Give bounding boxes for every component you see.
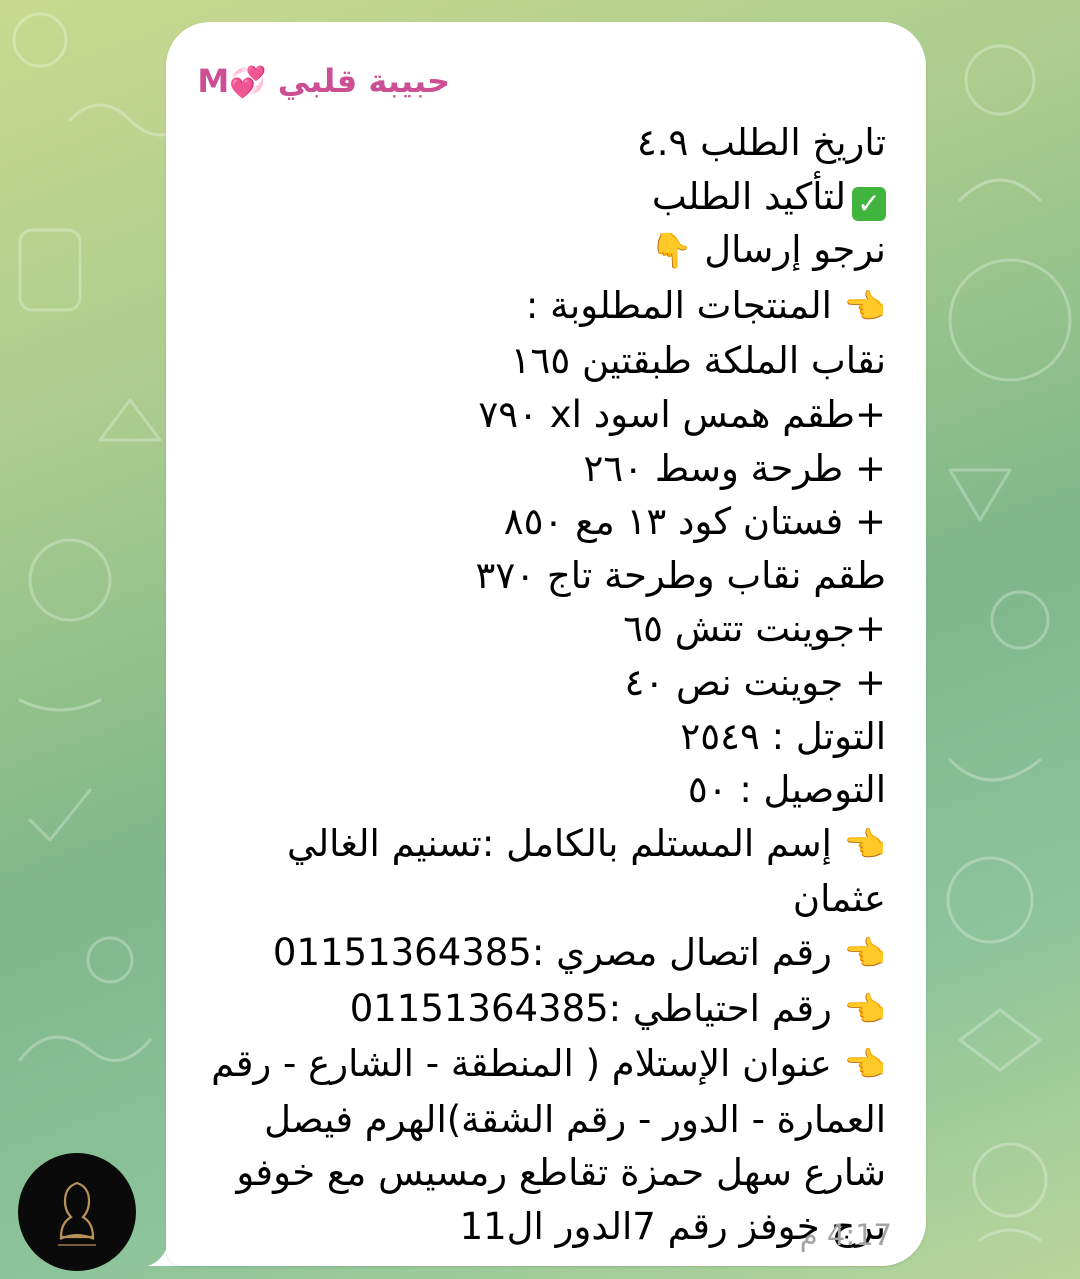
point-down-icon: 👇 [650,231,693,272]
message-line: + جوينت نص ٤٠ [624,660,886,704]
message-line: تاريخ الطلب ٤.٩ [636,121,886,164]
message-line: طقم نقاب وطرحة تاج ٣٧٠ [475,553,886,597]
sender-name-text: حبيبة قلبي [277,62,450,100]
message-line: 👈 رقم اتصال مصري :01151364385 [196,926,886,982]
hearts-emoji-icon: 💞 [229,65,267,100]
check-mark-icon: ✓ [852,186,886,221]
message-line: التوتل : ٢٥٤٩ [680,714,886,758]
message-bubble[interactable]: حبيبة قلبي 💞M تاريخ الطلب ٤.٩ ✓لتأكيد ال… [166,22,926,1266]
message-line: نرجو إرسال 👇 [196,223,886,279]
sender-name[interactable]: حبيبة قلبي 💞M [197,62,450,100]
brand-logo-icon [58,1181,96,1246]
message-line: +طقم همس اسود xl ٧٩٠ [478,392,886,436]
message-line: التوصيل : ٥٠ [687,768,886,812]
message-line: 👈 عنوان الإستلام ( المنطقة - الشارع - رق… [196,1037,886,1253]
message-line: 👈 إسم المستلم بالكامل :تسنيم الغالي عثما… [196,817,886,926]
point-left-icon: 👈 [843,933,886,974]
point-left-icon: 👈 [843,824,886,865]
avatar[interactable] [18,1153,136,1271]
point-left-icon: 👈 [843,1045,886,1086]
message-line: ✓لتأكيد الطلب [196,170,886,224]
message-line: 👈 المنتجات المطلوبة : [196,279,886,335]
message-text: تاريخ الطلب ٤.٩ ✓لتأكيد الطلب نرجو إرسال… [196,116,886,1253]
point-left-icon: 👈 [843,286,886,327]
message-line: 👈 رقم احتياطي :01151364385 [196,982,886,1038]
sender-name-suffix: M [197,62,230,100]
message-line: نقاب الملكة طبقتين ١٦٥ [510,339,886,383]
message-line: + فستان كود ١٣ مع ٨٥٠ [503,500,886,544]
point-left-icon: 👈 [843,989,886,1030]
message-line: + طرحة وسط ٢٦٠ [583,446,886,490]
message-line: +جوينت تتش ٦٥ [623,607,886,651]
message-timestamp: 4:17 م [799,1218,892,1252]
